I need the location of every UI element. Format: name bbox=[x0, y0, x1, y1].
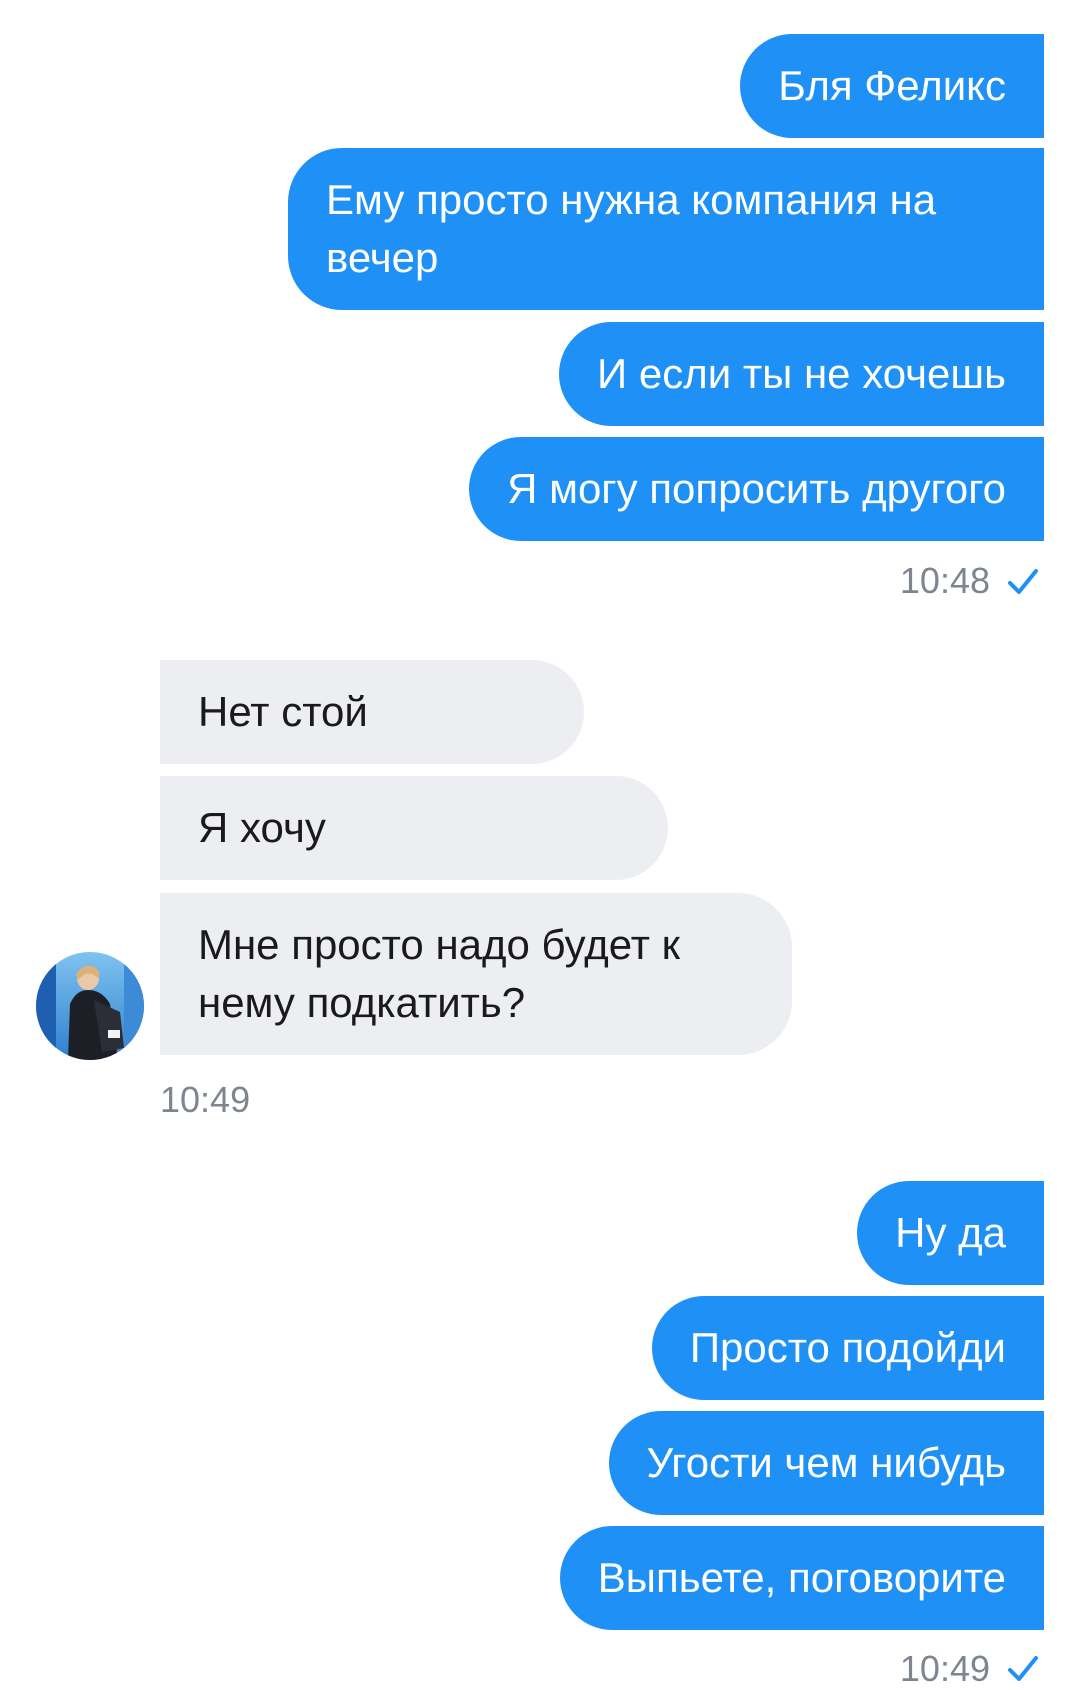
contact-avatar[interactable] bbox=[36, 952, 144, 1060]
outgoing-message[interactable]: Угости чем нибудь bbox=[608, 1411, 1044, 1515]
avatar-photo bbox=[36, 952, 144, 1060]
outgoing-message[interactable]: Просто подойди bbox=[651, 1296, 1044, 1400]
outgoing-message[interactable]: Бля Феликс bbox=[740, 34, 1044, 138]
single-check-icon bbox=[1008, 569, 1038, 594]
incoming-message[interactable]: Нет стой bbox=[160, 660, 584, 764]
message-text: Я хочу bbox=[198, 804, 326, 851]
message-text: Ему просто нужна компания на вечер bbox=[326, 176, 937, 281]
message-timestamp: 10:48 bbox=[899, 560, 990, 601]
message-text: Я могу попросить другого bbox=[507, 465, 1006, 512]
message-text: Угости чем нибудь bbox=[646, 1439, 1006, 1486]
message-timestamp: 10:49 bbox=[899, 1648, 990, 1689]
message-timestamp: 10:49 bbox=[160, 1079, 251, 1120]
outgoing-message[interactable]: Я могу попросить другого bbox=[469, 437, 1044, 541]
message-text: И если ты не хочешь bbox=[597, 350, 1006, 397]
outgoing-message[interactable]: И если ты не хочешь bbox=[559, 322, 1044, 426]
incoming-message[interactable]: Мне просто надо будет к нему подкатить? bbox=[160, 893, 792, 1055]
message-text: Ну да bbox=[895, 1209, 1006, 1256]
outgoing-message[interactable]: Выпьете, поговорите bbox=[559, 1526, 1044, 1630]
outgoing-message[interactable]: Ну да bbox=[857, 1181, 1044, 1285]
message-text: Выпьете, поговорите bbox=[597, 1554, 1006, 1601]
chat-history[interactable]: Бля Феликс Ему просто нужна компания на … bbox=[0, 0, 1080, 1689]
message-text: Мне просто надо будет к нему подкатить? bbox=[198, 921, 681, 1026]
message-text: Просто подойди bbox=[689, 1324, 1006, 1371]
message-text: Бля Феликс bbox=[778, 62, 1006, 109]
outgoing-message[interactable]: Ему просто нужна компания на вечер bbox=[288, 148, 1044, 310]
incoming-message[interactable]: Я хочу bbox=[160, 776, 668, 880]
single-check-icon bbox=[1008, 1656, 1038, 1681]
message-text: Нет стой bbox=[198, 688, 368, 735]
